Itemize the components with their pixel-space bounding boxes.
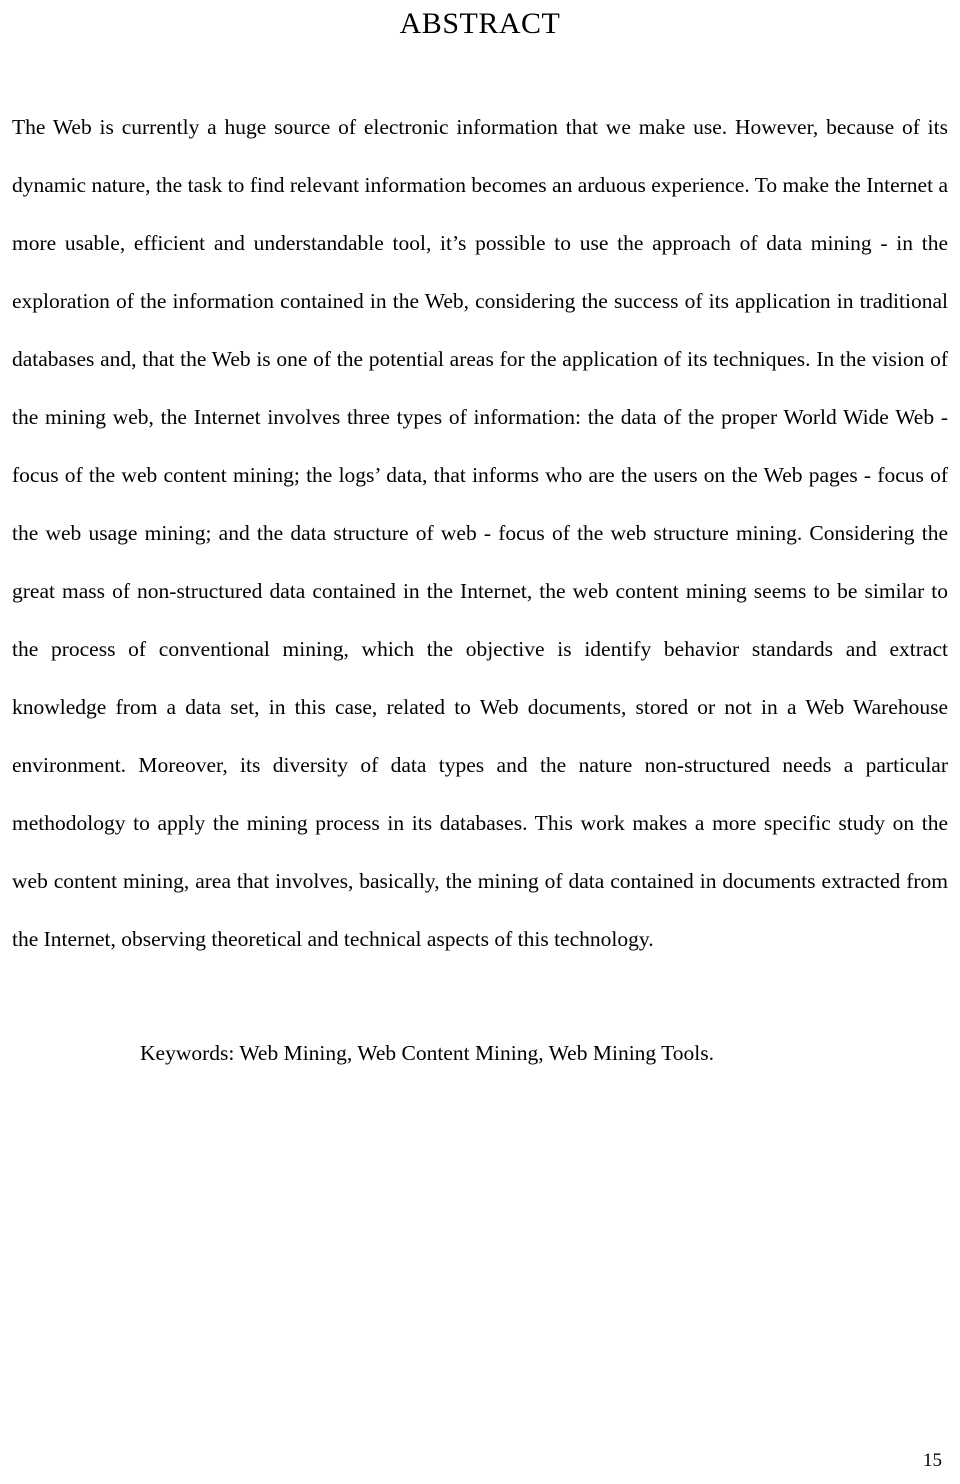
abstract-body: The Web is currently a huge source of el… <box>8 98 952 1082</box>
keywords-line: Keywords: Web Mining, Web Content Mining… <box>140 1041 715 1065</box>
page-title: ABSTRACT <box>399 7 561 40</box>
document-page: ABSTRACT The Web is currently a huge sou… <box>0 6 960 1484</box>
page-number: 15 <box>923 1450 942 1471</box>
abstract-paragraph: The Web is currently a huge source of el… <box>12 115 948 951</box>
